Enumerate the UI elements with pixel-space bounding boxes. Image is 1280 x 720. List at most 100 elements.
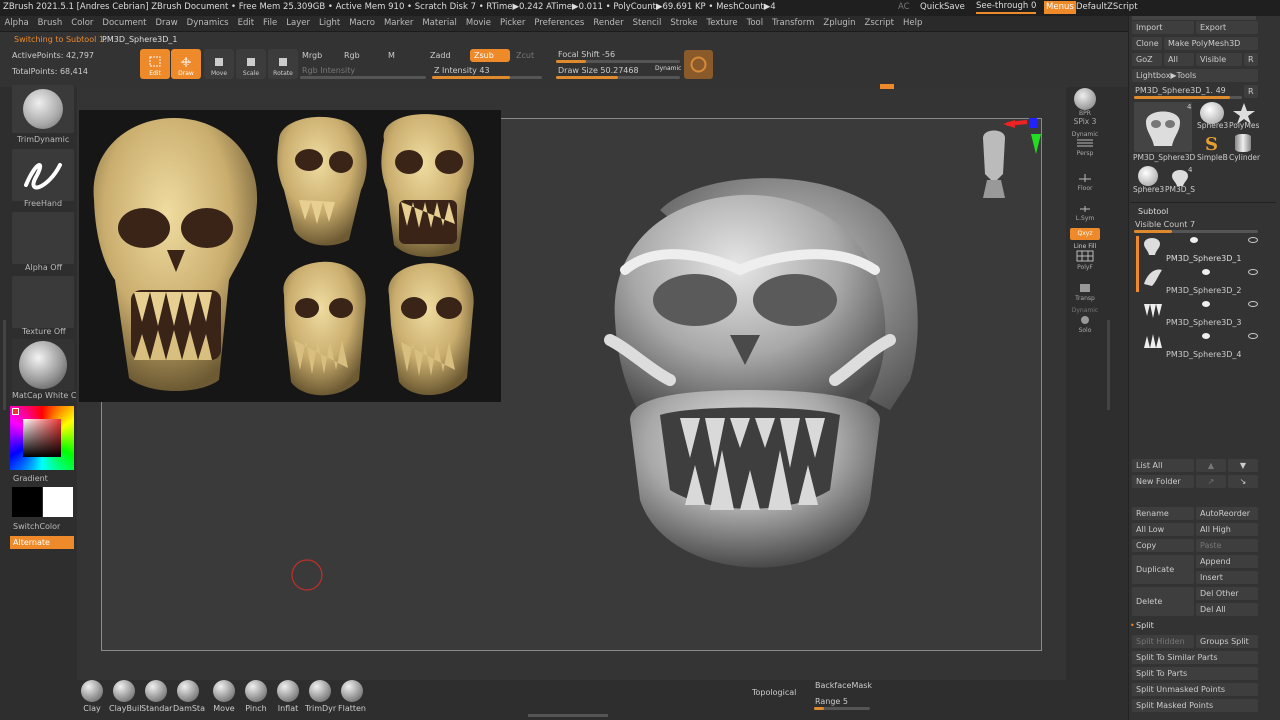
texture-thumbnail[interactable]: [12, 276, 74, 328]
zsub-toggle[interactable]: Zsub: [470, 49, 510, 62]
floor-button[interactable]: Floor: [1070, 173, 1100, 192]
brush-damstandard[interactable]: DamSta: [173, 680, 205, 713]
import-button[interactable]: Import: [1132, 21, 1194, 34]
split-hidden-button[interactable]: Split Hidden: [1132, 635, 1194, 648]
insert-button[interactable]: Insert: [1196, 571, 1258, 584]
dynamic-toggle[interactable]: Dynamic: [655, 65, 681, 72]
line-fill-toggle[interactable]: Line Fill: [1070, 243, 1100, 250]
current-tool-slider[interactable]: PM3D_Sphere3D_1. 49: [1135, 86, 1226, 95]
list-all-button[interactable]: List All: [1132, 459, 1194, 472]
split-unmasked-button[interactable]: Split Unmasked Points: [1132, 683, 1258, 696]
sculpt-skull-mesh[interactable]: [590, 170, 930, 610]
menu-material[interactable]: Material: [418, 16, 462, 31]
dynamic-solo-toggle[interactable]: Dynamic: [1070, 307, 1100, 314]
rotate-button[interactable]: Rotate: [268, 49, 298, 79]
draw-size-slider[interactable]: Draw Size 50.27468: [558, 66, 639, 75]
subtool-row-1[interactable]: PM3D_Sphere3D_1: [1136, 234, 1260, 264]
primary-color-swatch[interactable]: [43, 487, 73, 517]
menu-alpha[interactable]: Alpha: [0, 16, 33, 31]
del-other-button[interactable]: Del Other: [1196, 587, 1258, 600]
cylinder-tool-icon[interactable]: [1235, 134, 1251, 152]
lazy-mouse-button[interactable]: [684, 50, 713, 79]
clone-button[interactable]: Clone: [1132, 37, 1162, 50]
menu-macro[interactable]: Macro: [345, 16, 380, 31]
brush-thumbnail[interactable]: [12, 85, 74, 133]
brush-pinch[interactable]: Pinch: [241, 680, 271, 713]
menu-layer[interactable]: Layer: [282, 16, 315, 31]
export-button[interactable]: Export: [1196, 21, 1258, 34]
bpr-button[interactable]: BPR: [1070, 88, 1100, 117]
autoreorder-button[interactable]: AutoReorder: [1196, 507, 1258, 520]
rgb-intensity-slider[interactable]: Rgb Intensity: [302, 66, 355, 75]
color-picker[interactable]: [10, 406, 74, 470]
menu-stencil[interactable]: Stencil: [628, 16, 666, 31]
menu-preferences[interactable]: Preferences: [530, 16, 589, 31]
draw-size-track[interactable]: [556, 76, 680, 79]
persp-button[interactable]: Persp: [1070, 138, 1100, 157]
brush-move[interactable]: Move: [209, 680, 239, 713]
menu-light[interactable]: Light: [314, 16, 344, 31]
m-toggle[interactable]: M: [388, 51, 395, 60]
palette-top-scroll[interactable]: [1132, 16, 1256, 20]
menu-color[interactable]: Color: [67, 16, 98, 31]
menu-tool[interactable]: Tool: [742, 16, 768, 31]
subtool-header[interactable]: Subtool: [1138, 207, 1168, 216]
current-tool-track[interactable]: [1134, 96, 1242, 99]
menu-stroke[interactable]: Stroke: [666, 16, 702, 31]
menu-brush[interactable]: Brush: [33, 16, 67, 31]
subtool-4-polypaint-toggle[interactable]: [1202, 333, 1210, 339]
brush-clay[interactable]: Clay: [77, 680, 107, 713]
split-to-parts-button[interactable]: Split To Parts: [1132, 667, 1258, 680]
subtool-2-eye-icon[interactable]: [1248, 269, 1258, 275]
saturation-square[interactable]: [23, 419, 61, 457]
z-intensity-slider[interactable]: Z Intensity 43: [434, 66, 490, 75]
duplicate-button[interactable]: Duplicate: [1132, 555, 1194, 584]
spix-slider[interactable]: SPix 3: [1070, 117, 1100, 126]
new-folder-button[interactable]: New Folder: [1132, 475, 1194, 488]
dynamic-persp-toggle[interactable]: Dynamic: [1070, 131, 1100, 138]
zadd-toggle[interactable]: Zadd: [430, 51, 451, 60]
goz-all-button[interactable]: All: [1164, 53, 1194, 66]
menus-toggle[interactable]: Menus: [1044, 1, 1076, 14]
rgb-toggle[interactable]: Rgb: [344, 51, 360, 60]
goz-r-button[interactable]: R: [1244, 53, 1258, 66]
backface-mask-toggle[interactable]: BackfaceMask: [815, 681, 872, 690]
lightbox-tools-button[interactable]: Lightbox▶Tools: [1132, 69, 1258, 82]
scale-button[interactable]: Scale: [236, 49, 266, 79]
tool-thumb-sphere3-b[interactable]: [1138, 166, 1158, 186]
subtool-row-3[interactable]: PM3D_Sphere3D_3: [1136, 298, 1260, 328]
goz-button[interactable]: GoZ: [1132, 53, 1162, 66]
secondary-color-swatch[interactable]: [12, 487, 42, 517]
solo-button[interactable]: Solo: [1070, 315, 1100, 334]
brush-standard[interactable]: Standar: [141, 680, 172, 713]
subtool-1-polypaint-toggle[interactable]: [1190, 237, 1198, 243]
topological-toggle[interactable]: Topological: [752, 688, 796, 697]
move-down-arrow-icon[interactable]: ▼: [1228, 459, 1258, 472]
tool-r-button[interactable]: R: [1244, 85, 1258, 98]
menu-texture[interactable]: Texture: [702, 16, 742, 31]
brush-claybuildup[interactable]: ClayBuil: [109, 680, 141, 713]
navigation-gizmo[interactable]: [975, 116, 1045, 202]
simplebrush-s-icon[interactable]: S: [1200, 133, 1224, 153]
tool-thumb-pm3d-sphere[interactable]: [1134, 102, 1192, 152]
menu-zscript[interactable]: Zscript: [860, 16, 899, 31]
canvas-scroll-indicator[interactable]: [880, 84, 894, 89]
groups-split-button[interactable]: Groups Split: [1196, 635, 1258, 648]
menu-help[interactable]: Help: [899, 16, 927, 31]
move-folder-up-icon[interactable]: ↗: [1196, 475, 1226, 488]
menu-transform[interactable]: Transform: [768, 16, 819, 31]
bottom-shelf-scroll[interactable]: [528, 714, 608, 717]
menu-draw[interactable]: Draw: [151, 16, 182, 31]
brush-flatten[interactable]: Flatten: [337, 680, 367, 713]
menu-file[interactable]: File: [259, 16, 282, 31]
paste-button[interactable]: Paste: [1196, 539, 1258, 552]
quicksave-button[interactable]: QuickSave: [920, 0, 965, 15]
draw-button[interactable]: Draw: [171, 49, 201, 79]
subtool-2-polypaint-toggle[interactable]: [1202, 269, 1210, 275]
subtool-row-2[interactable]: PM3D_Sphere3D_2: [1136, 266, 1260, 296]
menu-edit[interactable]: Edit: [233, 16, 258, 31]
subtool-row-4[interactable]: PM3D_Sphere3D_4: [1136, 330, 1260, 360]
see-through-slider[interactable]: See-through 0: [976, 0, 1037, 14]
range-track[interactable]: [814, 707, 870, 710]
lsym-button[interactable]: L.Sym: [1070, 205, 1100, 222]
